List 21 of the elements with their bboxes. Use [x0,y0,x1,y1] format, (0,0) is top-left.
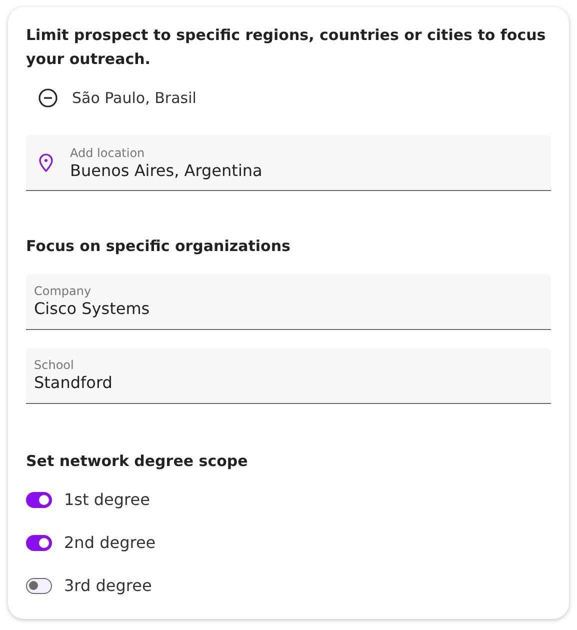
location-pin-icon [38,152,54,172]
field-value: Cisco Systems [34,299,150,319]
toggle-switch[interactable] [26,578,52,594]
toggle-switch[interactable] [26,534,52,550]
field-label: School [34,357,75,373]
toggle-switch[interactable] [26,492,52,508]
section-heading: Limit prospect to specific regions, countries or cities to focus your outreach. [26,25,547,70]
section-heading: Focus on specific organizations [26,236,292,257]
location-item: São Paulo, Brasil [72,88,196,109]
text-field[interactable]: Company Cisco Systems [26,274,551,330]
text-field[interactable]: School Standford [26,348,551,404]
field-label: Company [34,283,92,299]
toggle-label: 1st degree [64,488,150,510]
field-label: Add location [70,144,146,160]
remove-circle-icon[interactable] [38,88,58,108]
toggle-label: 3rd degree [64,574,152,596]
field-value: Standford [34,373,112,393]
toggle-label: 2nd degree [64,532,156,554]
text-field[interactable]: Add location Buenos Aires, Argentina [26,135,551,191]
section-heading: Set network degree scope [26,450,249,472]
field-value: Buenos Aires, Argentina [70,160,262,180]
